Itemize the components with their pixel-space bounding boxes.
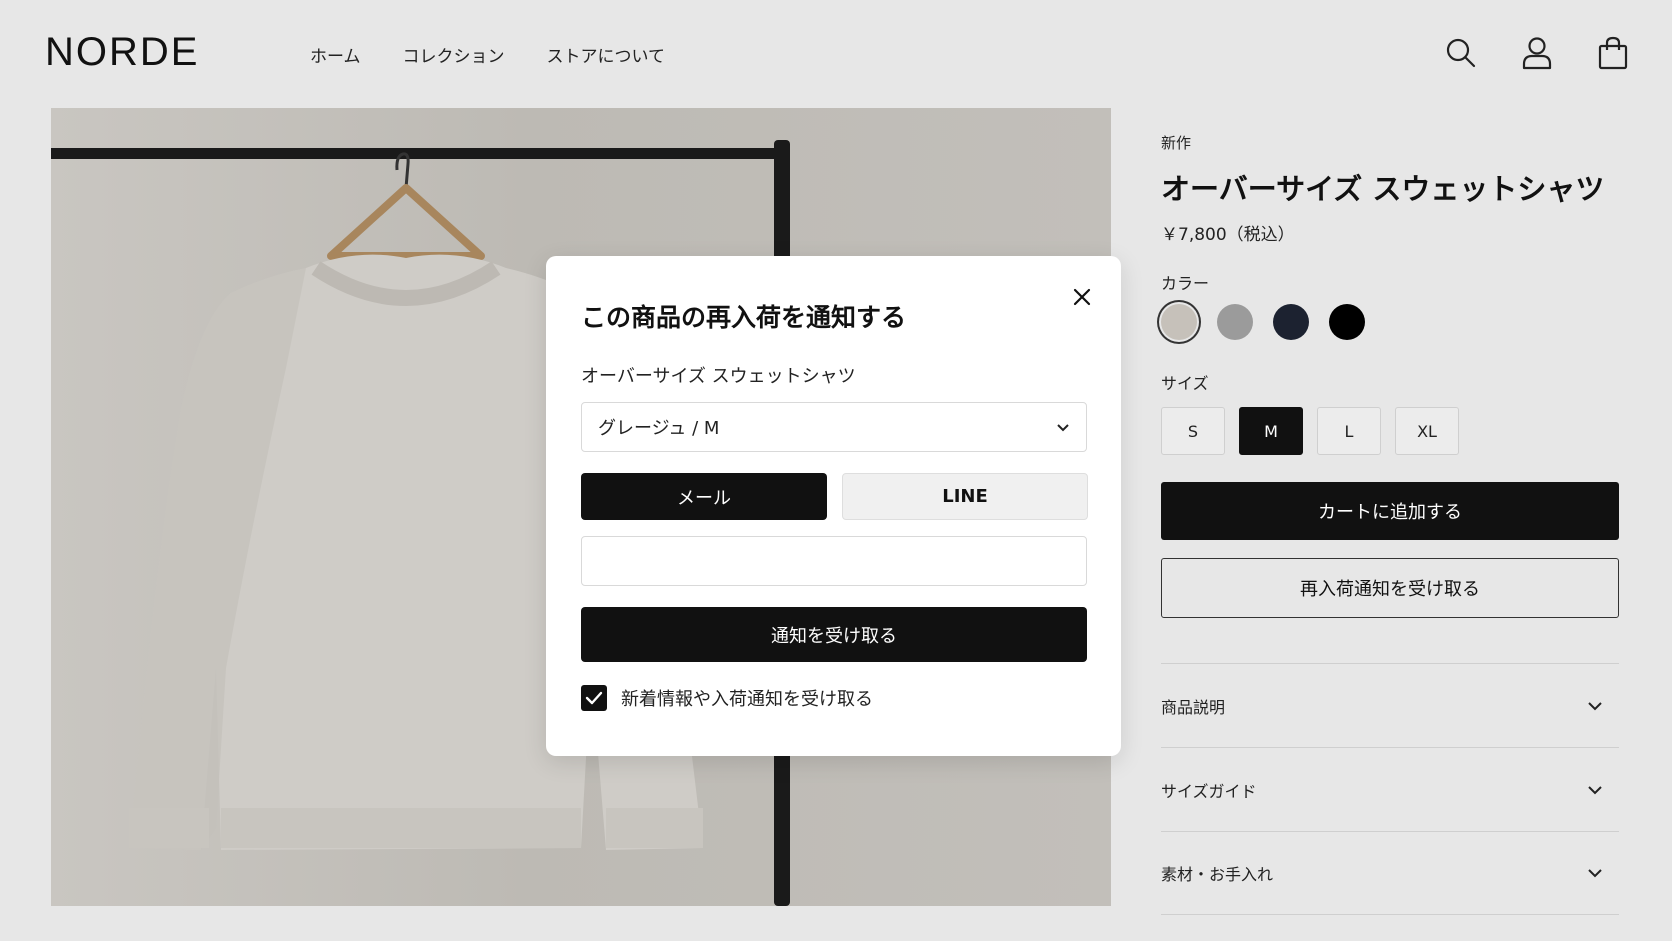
optin-label: 新着情報や入荷通知を受け取る [621, 689, 873, 710]
accordion-label: 素材・お手入れ [1161, 865, 1274, 884]
size-s-button[interactable]: S [1161, 407, 1225, 455]
nav-item-about-store[interactable]: ストアについて [547, 42, 666, 67]
color-swatches [1161, 304, 1365, 340]
chevron-down-icon [1057, 423, 1069, 431]
accordion-size-guide[interactable]: サイズガイド [1161, 747, 1619, 831]
main-nav: ホーム コレクション ストアについて [310, 42, 665, 67]
product-accordion: 商品説明 サイズガイド 素材・お手入れ [1161, 663, 1619, 915]
size-l-button[interactable]: L [1317, 407, 1381, 455]
chevron-down-icon [1588, 701, 1602, 710]
swatch-black[interactable] [1329, 304, 1365, 340]
header-actions [1444, 34, 1630, 72]
accordion-label: サイズガイド [1161, 781, 1257, 801]
modal-title: この商品の再入荷を通知する [581, 303, 907, 332]
size-xl-button[interactable]: XL [1395, 407, 1459, 455]
user-icon[interactable] [1520, 34, 1554, 72]
accordion-description[interactable]: 商品説明 [1161, 663, 1619, 747]
chevron-down-icon [1588, 869, 1602, 878]
swatch-navy[interactable] [1273, 304, 1309, 340]
search-icon[interactable] [1444, 34, 1478, 72]
channel-line-tab[interactable]: LINE [842, 473, 1088, 520]
color-label: カラー [1161, 274, 1210, 293]
contact-input[interactable] [581, 536, 1087, 586]
optin-row: 新着情報や入荷通知を受け取る [581, 685, 873, 711]
restock-modal: この商品の再入荷を通知する オーバーサイズ スウェットシャツ グレージュ / M… [546, 256, 1121, 756]
channel-email-tab[interactable]: メール [581, 473, 827, 520]
size-m-button[interactable]: M [1239, 407, 1303, 455]
size-options: S M L XL [1161, 407, 1459, 455]
accordion-material-care[interactable]: 素材・お手入れ [1161, 831, 1619, 915]
add-to-cart-button[interactable]: カートに追加する [1161, 482, 1619, 540]
size-label: サイズ [1161, 374, 1209, 393]
modal-product-name: オーバーサイズ スウェットシャツ [581, 366, 856, 387]
chevron-down-icon [1588, 785, 1602, 794]
restock-notify-button[interactable]: 再入荷通知を受け取る [1161, 558, 1619, 618]
close-icon[interactable] [1067, 282, 1097, 312]
variant-select-value: グレージュ / M [598, 418, 720, 439]
swatch-gray[interactable] [1217, 304, 1253, 340]
submit-notify-button[interactable]: 通知を受け取る [581, 607, 1087, 662]
optin-checkbox[interactable] [581, 685, 607, 711]
product-title: オーバーサイズ スウェットシャツ [1161, 172, 1605, 206]
bag-icon[interactable] [1596, 34, 1630, 72]
variant-select[interactable]: グレージュ / M [581, 402, 1087, 452]
site-header: NORDE ホーム コレクション ストアについて [0, 0, 1672, 108]
new-badge: 新作 [1161, 134, 1192, 152]
accordion-label: 商品説明 [1161, 697, 1226, 717]
swatch-greige[interactable] [1161, 304, 1197, 340]
product-price: ￥7,800（税込） [1161, 225, 1295, 245]
checkmark-icon [585, 691, 603, 705]
nav-item-collection[interactable]: コレクション [403, 42, 505, 67]
brand-logo[interactable]: NORDE [45, 30, 199, 75]
channel-tabs: メール LINE [581, 473, 1088, 520]
nav-item-home[interactable]: ホーム [310, 42, 361, 67]
